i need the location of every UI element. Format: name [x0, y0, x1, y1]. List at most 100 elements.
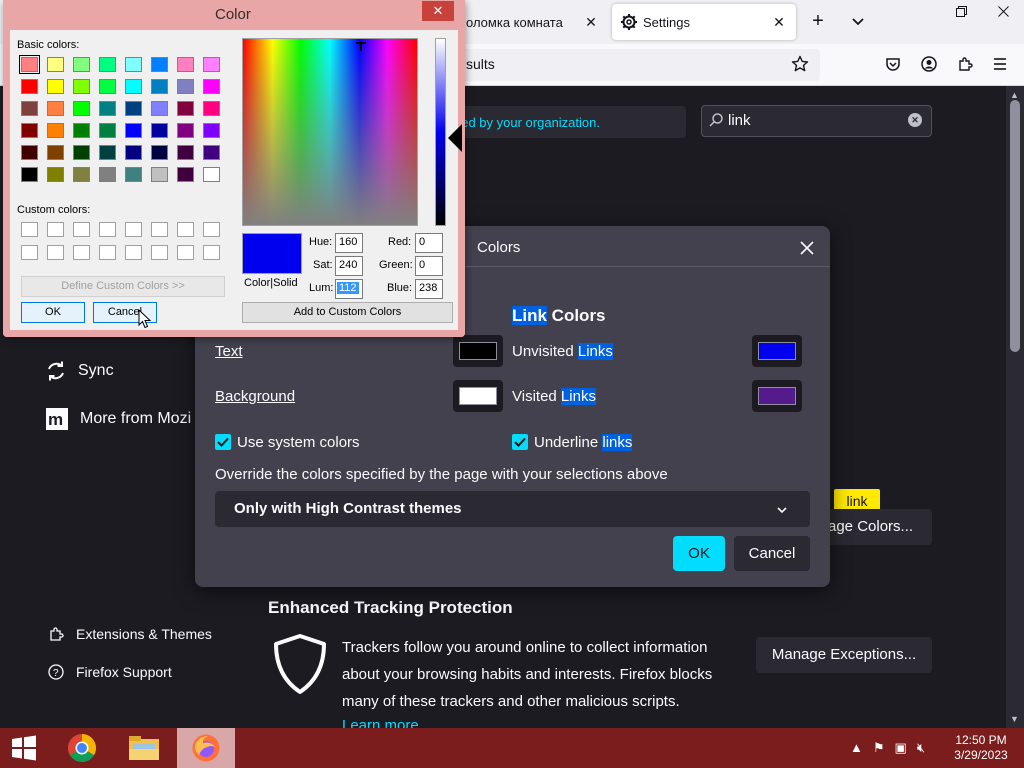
- luminosity-arrow-icon[interactable]: [448, 124, 462, 152]
- visited-links-color-picker-button[interactable]: [752, 380, 802, 412]
- basic-color-cell[interactable]: [47, 167, 64, 182]
- custom-color-cell[interactable]: [21, 245, 38, 260]
- basic-color-cell[interactable]: [203, 57, 220, 72]
- basic-color-cell[interactable]: [47, 123, 64, 138]
- custom-color-cell[interactable]: [47, 222, 64, 237]
- custom-color-cell[interactable]: [177, 222, 194, 237]
- luminosity-slider[interactable]: [435, 38, 446, 226]
- basic-color-cell[interactable]: [73, 57, 90, 72]
- ok-button[interactable]: OK: [673, 536, 725, 571]
- basic-color-cell[interactable]: [21, 79, 38, 94]
- close-window-button[interactable]: [982, 0, 1024, 22]
- basic-color-cell[interactable]: [47, 101, 64, 116]
- basic-color-cell[interactable]: [125, 145, 142, 160]
- text-color-picker-button[interactable]: [453, 335, 503, 367]
- manage-colors-button[interactable]: age Colors...: [816, 509, 932, 545]
- scroll-up-arrow-icon[interactable]: ▲: [1010, 90, 1019, 100]
- etp-learn-more-link[interactable]: Learn more: [342, 717, 419, 728]
- basic-color-cell[interactable]: [125, 57, 142, 72]
- network-icon[interactable]: ▣: [895, 740, 907, 756]
- basic-color-cell[interactable]: [99, 145, 116, 160]
- volume-muted-icon[interactable]: 🔇︎: [917, 740, 925, 756]
- tab-escape-room[interactable]: оломка комната ✕: [440, 4, 608, 40]
- basic-color-cell[interactable]: [151, 123, 168, 138]
- custom-color-cell[interactable]: [21, 222, 38, 237]
- clear-search-icon[interactable]: ✕: [908, 113, 922, 127]
- custom-color-cell[interactable]: [125, 245, 142, 260]
- taskbar-file-explorer[interactable]: [115, 728, 173, 768]
- custom-color-cell[interactable]: [177, 245, 194, 260]
- basic-color-cell[interactable]: [21, 145, 38, 160]
- basic-color-cell[interactable]: [73, 79, 90, 94]
- list-all-tabs-button[interactable]: [846, 10, 870, 34]
- override-colors-select[interactable]: Only with High Contrast themes: [215, 491, 810, 527]
- basic-color-cell[interactable]: [99, 57, 116, 72]
- sidebar-item-extensions-themes[interactable]: Extensions & Themes: [48, 626, 212, 642]
- basic-color-cell[interactable]: [47, 79, 64, 94]
- basic-color-cell[interactable]: [99, 167, 116, 182]
- custom-color-cell[interactable]: [203, 222, 220, 237]
- custom-color-cell[interactable]: [73, 222, 90, 237]
- restore-window-button[interactable]: [940, 0, 982, 22]
- new-tab-button[interactable]: +: [806, 10, 830, 34]
- basic-color-cell[interactable]: [19, 55, 40, 74]
- close-dialog-button[interactable]: [795, 236, 819, 260]
- red-input[interactable]: 0: [415, 233, 443, 253]
- basic-color-cell[interactable]: [99, 123, 116, 138]
- custom-color-cell[interactable]: [203, 245, 220, 260]
- basic-color-cell[interactable]: [177, 79, 194, 94]
- basic-color-cell[interactable]: [203, 79, 220, 94]
- close-tab-icon[interactable]: ✕: [768, 11, 790, 33]
- cancel-button[interactable]: Cancel: [734, 536, 810, 571]
- basic-color-cell[interactable]: [177, 123, 194, 138]
- blue-input[interactable]: 238: [415, 279, 443, 299]
- custom-color-cell[interactable]: [73, 245, 90, 260]
- ok-button[interactable]: OK: [21, 302, 85, 323]
- basic-color-cell[interactable]: [203, 101, 220, 116]
- basic-color-cell[interactable]: [21, 123, 38, 138]
- taskbar-chrome[interactable]: [53, 728, 111, 768]
- custom-color-cell[interactable]: [125, 222, 142, 237]
- basic-color-cell[interactable]: [177, 145, 194, 160]
- managed-by-organization-notice[interactable]: ged by your organization.: [450, 106, 686, 138]
- url-bar[interactable]: sults: [440, 49, 820, 81]
- basic-color-cell[interactable]: [21, 101, 38, 116]
- use-system-colors-checkbox[interactable]: [215, 434, 231, 450]
- basic-color-cell[interactable]: [73, 167, 90, 182]
- tab-settings[interactable]: Settings ✕: [612, 4, 796, 40]
- basic-color-cell[interactable]: [151, 57, 168, 72]
- start-button[interactable]: [0, 728, 48, 768]
- account-button[interactable]: [917, 52, 941, 76]
- hue-input[interactable]: 160: [335, 233, 363, 253]
- basic-color-cell[interactable]: [47, 145, 64, 160]
- pocket-button[interactable]: [881, 52, 905, 76]
- basic-color-cell[interactable]: [99, 79, 116, 94]
- sat-input[interactable]: 240: [335, 256, 363, 276]
- basic-color-cell[interactable]: [47, 57, 64, 72]
- basic-color-cell[interactable]: [73, 101, 90, 116]
- unvisited-links-color-picker-button[interactable]: [752, 335, 802, 367]
- scroll-down-arrow-icon[interactable]: ▼: [1010, 714, 1019, 724]
- app-menu-button[interactable]: [988, 52, 1012, 76]
- basic-color-cell[interactable]: [125, 79, 142, 94]
- extensions-button[interactable]: [953, 52, 977, 76]
- basic-color-cell[interactable]: [151, 167, 168, 182]
- custom-color-cell[interactable]: [99, 222, 116, 237]
- title-bar[interactable]: Color ✕: [3, 0, 465, 30]
- custom-color-cell[interactable]: [99, 245, 116, 260]
- manage-exceptions-button[interactable]: Manage Exceptions...: [756, 637, 932, 673]
- basic-color-cell[interactable]: [21, 167, 38, 182]
- sidebar-item-more-from-mozilla[interactable]: m More from Mozi: [46, 408, 196, 430]
- color-spectrum-picker[interactable]: [242, 38, 418, 226]
- taskbar-firefox[interactable]: [177, 728, 235, 768]
- basic-color-cell[interactable]: [151, 79, 168, 94]
- background-color-picker-button[interactable]: [453, 380, 503, 412]
- close-button[interactable]: ✕: [422, 1, 454, 21]
- basic-color-cell[interactable]: [203, 167, 220, 182]
- basic-color-cell[interactable]: [151, 145, 168, 160]
- basic-color-cell[interactable]: [151, 101, 168, 116]
- basic-color-cell[interactable]: [73, 123, 90, 138]
- define-custom-colors-button[interactable]: Define Custom Colors >>: [21, 276, 225, 297]
- basic-color-cell[interactable]: [125, 167, 142, 182]
- lum-input[interactable]: 112: [335, 279, 363, 299]
